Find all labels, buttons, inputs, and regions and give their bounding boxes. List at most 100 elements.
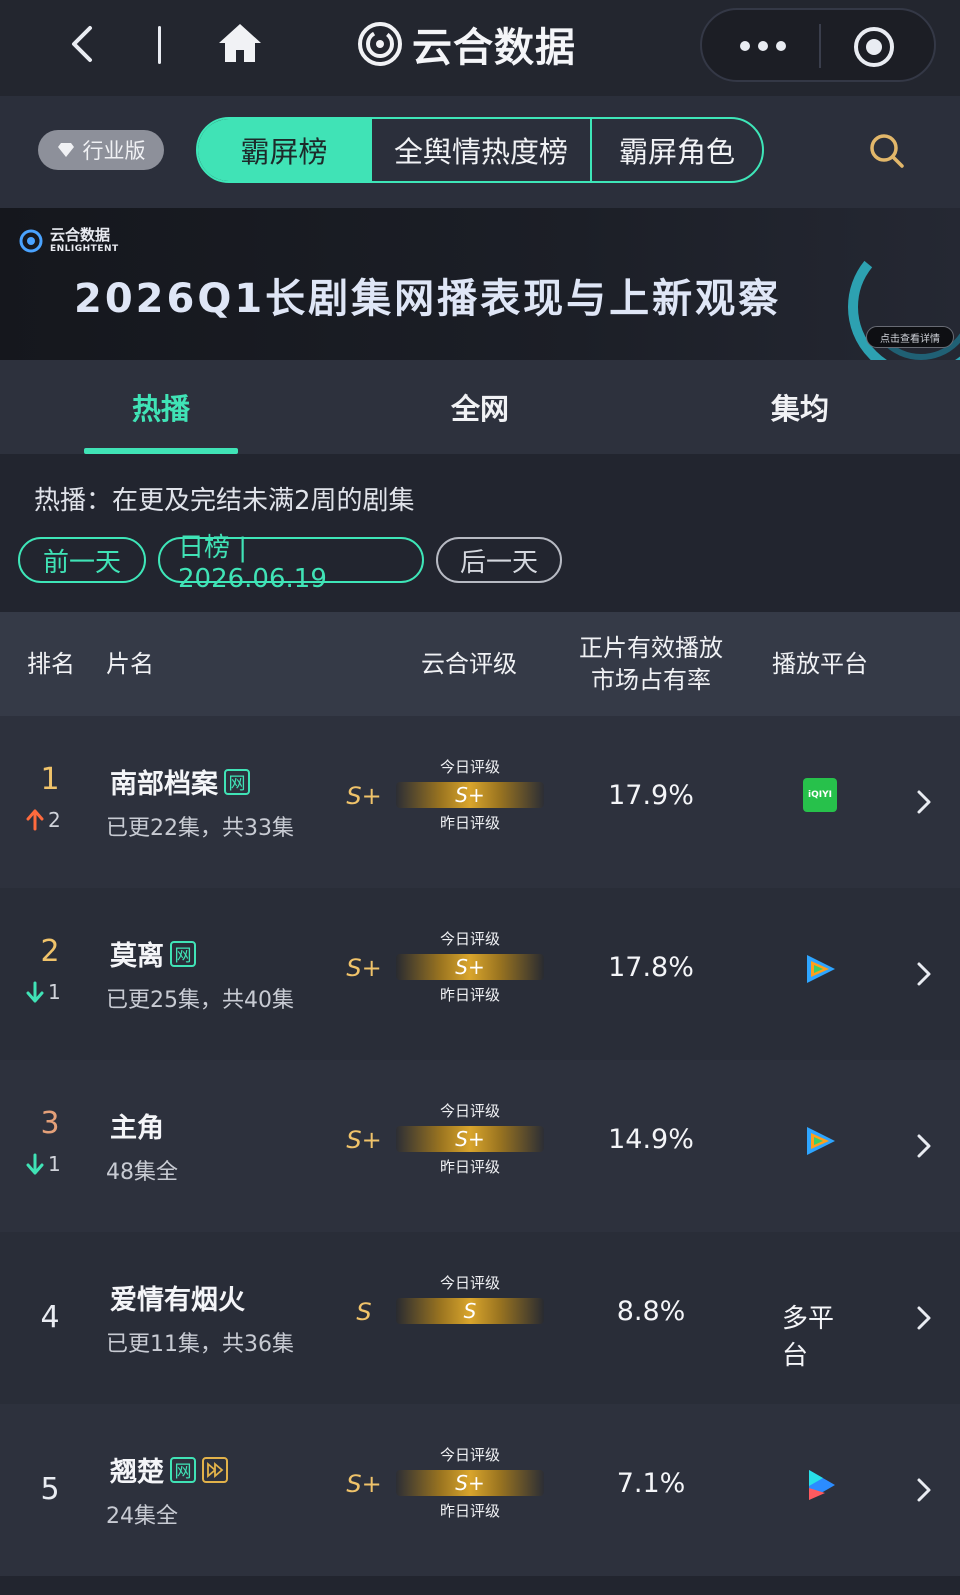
rank-change: 2	[26, 808, 86, 832]
episode-status: 48集全	[106, 1160, 178, 1185]
web-drama-tag: 网	[170, 1456, 196, 1483]
report-banner[interactable]: 云合数据 ENLIGHTENT 2026Q1长剧集网播表现与上新观察 点击查看详…	[0, 208, 960, 360]
chevron-right-icon[interactable]	[914, 1304, 934, 1332]
tab-episode-average[interactable]: 集均	[720, 360, 880, 454]
rank-change: 1	[26, 1152, 86, 1176]
drama-title-line: 爱情有烟火	[110, 1278, 245, 1317]
arrow-down-icon	[26, 1153, 44, 1175]
industry-badge-label: 行业版	[82, 139, 146, 163]
table-row[interactable]: 3 1 主角 48集全 S+ 今日评级 S+ 昨日评级 14.9%	[0, 1060, 960, 1232]
rating-gauge: S+	[396, 954, 544, 980]
chevron-right-icon[interactable]	[914, 788, 934, 816]
episode-status: 已更11集，共36集	[106, 1332, 294, 1357]
industry-edition-badge[interactable]: 行业版	[38, 130, 164, 170]
drama-title-line: 翘楚网	[110, 1450, 228, 1489]
rank-change-value: 1	[48, 980, 61, 1004]
tencent-video-logo-icon	[807, 1127, 835, 1155]
ranking-segmented-control: 霸屏榜 全舆情热度榜 霸屏角色	[196, 117, 764, 183]
episode-status: 已更22集，共33集	[106, 816, 294, 841]
gauge-yesterday-label: 昨日评级	[439, 1502, 500, 1520]
gauge-grade-label: S+	[455, 1471, 485, 1495]
market-share-value: 14.9%	[608, 1124, 694, 1155]
ranking-type-nav: 行业版 霸屏榜 全舆情热度榜 霸屏角色	[0, 96, 960, 208]
back-icon[interactable]	[62, 22, 106, 66]
market-share-value: 8.8%	[616, 1296, 686, 1327]
rating-grade: S+	[346, 1470, 382, 1498]
tab-all-network[interactable]: 全网	[400, 360, 560, 454]
table-row[interactable]: 2 1 莫离网已更25集，共40集 S+ 今日评级 S+ 昨日评级 17.8%	[0, 888, 960, 1060]
rating-gauge: S	[396, 1298, 544, 1324]
chevron-right-icon[interactable]	[914, 1132, 934, 1160]
drama-title[interactable]: 南部档案	[110, 762, 218, 801]
rank-change: 1	[26, 980, 86, 1004]
table-row[interactable]: 4 爱情有烟火 已更11集，共36集 S 今日评级 S 8.8% 多平台	[0, 1232, 960, 1404]
arrow-up-icon	[26, 809, 44, 831]
ranking-description: 热播：在更及完结未满2周的剧集	[34, 486, 415, 516]
banner-details-button[interactable]: 点击查看详情	[866, 326, 954, 348]
top-nav: 云合数据	[0, 0, 960, 96]
header-market-share: 正片有效播放 市场占有率	[566, 632, 736, 696]
header-market-share-line1: 正片有效播放	[579, 634, 723, 662]
table-header: 排名 片名 云合评级 正片有效播放 市场占有率 播放平台	[0, 612, 960, 716]
search-icon[interactable]	[862, 126, 912, 176]
platform-label: 多平台	[782, 1304, 835, 1371]
tab-public-opinion-heat[interactable]: 全舆情热度榜	[370, 119, 590, 181]
banner-title: 2026Q1长剧集网播表现与上新观察	[74, 276, 782, 322]
rank-change-value: 1	[48, 1152, 61, 1176]
gauge-today-label: 今日评级	[439, 1102, 500, 1120]
drama-title[interactable]: 主角	[110, 1106, 164, 1145]
youku-logo-icon	[809, 1470, 835, 1500]
next-day-button[interactable]: 后一天	[436, 537, 562, 583]
rating-grade: S+	[346, 782, 382, 810]
close-target-icon[interactable]	[852, 25, 896, 69]
header-title: 片名	[106, 650, 154, 678]
gauge-yesterday-label: 昨日评级	[439, 814, 500, 832]
rank-number: 1	[40, 762, 60, 797]
app-title: 云合数据	[412, 25, 576, 71]
drama-title[interactable]: 爱情有烟火	[110, 1278, 245, 1317]
table-row[interactable]: 1 2 南部档案网已更22集，共33集 S+ 今日评级 S+ 昨日评级 17.9% iQIYI	[0, 716, 960, 888]
drama-title[interactable]: 莫离	[110, 934, 164, 973]
gauge-grade-label: S	[463, 1299, 477, 1323]
mini-program-capsule	[700, 8, 936, 82]
platform-cell	[782, 1122, 858, 1160]
rating-gauge: S+	[396, 1126, 544, 1152]
banner-logo-cn: 云合数据	[50, 226, 111, 244]
gauge-grade-label: S+	[455, 955, 485, 979]
nav-divider	[158, 26, 161, 64]
yunhe-logo-icon	[19, 229, 43, 253]
iqiyi-logo-icon: iQIYI	[803, 778, 837, 812]
market-share-value: 7.1%	[616, 1468, 686, 1499]
diamond-icon	[57, 143, 74, 157]
sub-tabs: 热播 全网 集均	[0, 360, 960, 454]
gauge-yesterday-label: 昨日评级	[439, 1158, 500, 1176]
gauge-today-label: 今日评级	[439, 758, 500, 776]
rank-number: 5	[40, 1472, 60, 1507]
web-drama-tag: 网	[170, 940, 196, 967]
chevron-right-icon[interactable]	[914, 1476, 934, 1504]
current-date-selector[interactable]: 日榜 | 2026.06.19	[158, 533, 424, 594]
header-platform: 播放平台	[772, 650, 868, 678]
rating-grade: S	[356, 1298, 372, 1326]
drama-title[interactable]: 翘楚	[110, 1450, 164, 1489]
header-rating: 云合评级	[421, 650, 517, 678]
drama-title-line: 莫离网	[110, 934, 196, 973]
platform-cell: 多平台	[782, 1298, 858, 1372]
tab-dominant-characters[interactable]: 霸屏角色	[590, 119, 762, 181]
rank-number: 3	[40, 1106, 60, 1141]
tab-hot-airing[interactable]: 热播	[84, 360, 238, 454]
home-icon[interactable]	[215, 18, 265, 68]
tencent-video-logo-icon	[807, 955, 835, 983]
previous-day-button[interactable]: 前一天	[18, 537, 146, 583]
drama-title-line: 南部档案网	[110, 762, 250, 801]
rank-number: 4	[40, 1300, 60, 1335]
chevron-right-icon[interactable]	[914, 960, 934, 988]
drama-title-line: 主角	[110, 1106, 164, 1145]
rating-grade: S+	[346, 1126, 382, 1154]
more-menu-icon[interactable]	[728, 30, 798, 62]
tab-screen-dominance[interactable]: 霸屏榜	[198, 119, 370, 181]
rating-grade: S+	[346, 954, 382, 982]
rating-gauge: S+	[396, 1470, 544, 1496]
market-share-value: 17.9%	[608, 780, 694, 811]
table-row[interactable]: 5 翘楚网 24集全 S+ 今日评级 S+ 昨日评级 7.1%	[0, 1404, 960, 1576]
